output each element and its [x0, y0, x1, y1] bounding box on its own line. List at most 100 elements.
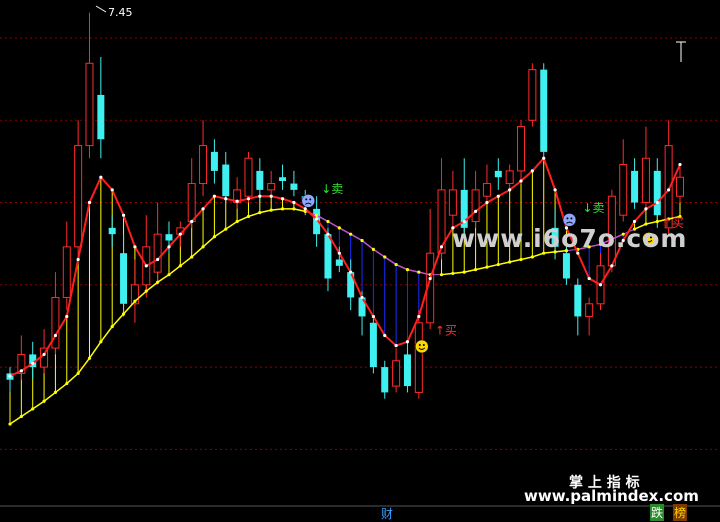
candle-body-23 — [267, 183, 276, 191]
red-dot-21 — [246, 197, 251, 201]
yellow-dot-22 — [258, 211, 262, 215]
red-dot-5 — [65, 314, 69, 319]
red-dot-25 — [292, 200, 296, 205]
red-dot-22 — [258, 194, 262, 198]
yellow-dot-23 — [269, 208, 273, 212]
red-dot-7 — [87, 200, 92, 205]
candle-body-33 — [381, 367, 389, 393]
candle-body-25 — [290, 183, 298, 190]
yellow-dot-30 — [349, 232, 353, 236]
signal-label-1: ↑买 — [435, 323, 457, 337]
yellow-dot-57 — [655, 219, 659, 224]
yellow-dot-16 — [190, 255, 194, 259]
yellow-dot-11 — [133, 299, 137, 303]
yellow-dot-14 — [167, 273, 171, 277]
red-dot-3 — [42, 352, 46, 357]
red-dot-4 — [53, 333, 58, 338]
red-dot-57 — [655, 200, 659, 205]
yellow-line-seg-38 — [441, 249, 567, 276]
red-dot-37 — [428, 276, 432, 281]
yellow-dot-21 — [246, 214, 251, 219]
candle-body-28 — [324, 234, 332, 279]
candle-body-6 — [74, 145, 83, 248]
bottom-label-bang[interactable]: 榜 — [673, 504, 688, 521]
candle-body-50 — [574, 284, 582, 317]
candle-body-39 — [448, 189, 457, 216]
bottom-label-cai[interactable]: 财 — [381, 505, 393, 522]
max-price-label: 7.45 — [108, 6, 133, 19]
yellow-dot-31 — [360, 238, 364, 243]
candle-body-10 — [120, 253, 128, 304]
yellow-dot-0 — [8, 422, 12, 426]
red-dot-13 — [156, 257, 160, 262]
red-dot-59 — [678, 162, 682, 167]
red-dot-11 — [133, 245, 137, 249]
candle-body-55 — [631, 170, 639, 203]
red-dot-36 — [417, 314, 421, 319]
candle-body-7 — [85, 62, 94, 147]
candle-body-22 — [256, 170, 264, 190]
red-dot-40 — [462, 219, 466, 224]
red-dot-0 — [8, 374, 12, 378]
red-dot-8 — [99, 175, 103, 179]
red-dot-30 — [349, 270, 353, 274]
yellow-dot-28 — [326, 219, 330, 224]
yellow-dot-10 — [121, 312, 126, 316]
signal-face-icon-0 — [301, 194, 316, 208]
yellow-dot-12 — [144, 289, 148, 293]
red-dot-12 — [144, 264, 148, 268]
yellow-dot-25 — [292, 207, 296, 211]
yellow-dot-42 — [485, 265, 489, 269]
red-dot-47 — [542, 156, 546, 160]
red-dot-16 — [190, 219, 194, 224]
candle-body-47 — [540, 69, 548, 152]
candle-body-43 — [494, 170, 502, 178]
red-dot-23 — [269, 194, 273, 198]
yellow-dot-9 — [110, 324, 114, 329]
candle-body-9 — [108, 227, 116, 235]
yellow-dot-29 — [337, 226, 341, 230]
yellow-dot-7 — [87, 356, 92, 360]
candle-body-17 — [199, 145, 208, 185]
red-dot-56 — [644, 207, 648, 211]
red-dot-2 — [31, 361, 35, 365]
yellow-dot-41 — [473, 268, 478, 272]
candle-body-46 — [528, 69, 537, 121]
yellow-dot-18 — [212, 235, 217, 239]
red-dot-45 — [519, 179, 523, 183]
red-dot-20 — [235, 199, 239, 203]
candle-body-57 — [653, 170, 661, 216]
yellow-dot-35 — [405, 268, 410, 272]
signal-eye-r-2 — [570, 217, 573, 220]
red-dot-28 — [326, 232, 330, 236]
yellow-dot-4 — [53, 390, 58, 395]
red-dot-29 — [337, 251, 341, 255]
red-dot-10 — [121, 213, 126, 217]
candle-body-45 — [517, 126, 526, 172]
signal-label-0: ↓卖 — [321, 182, 343, 196]
max-price-marker: 7.45 — [95, 5, 133, 19]
red-dot-35 — [405, 340, 410, 344]
red-dot-26 — [303, 207, 307, 211]
candlestick-chart: ↓卖↑买↓卖↑买 7.45 — [0, 5, 720, 507]
red-dot-53 — [610, 264, 614, 268]
candle-body-14 — [165, 234, 173, 241]
red-dot-15 — [178, 232, 182, 236]
candle-body-21 — [244, 157, 253, 197]
watermark-site: www.palmindex.com — [524, 487, 699, 505]
red-dot-34 — [394, 343, 398, 348]
yellow-dot-39 — [451, 271, 455, 276]
yellow-dot-19 — [224, 227, 228, 231]
candle-body-56 — [641, 157, 650, 204]
red-dot-38 — [439, 245, 444, 249]
candle-body-35 — [403, 354, 411, 387]
yellow-dot-24 — [280, 207, 285, 211]
cursor-marker-icon — [676, 41, 686, 62]
red-dot-31 — [360, 295, 364, 300]
yellow-dot-2 — [31, 407, 35, 411]
red-dot-18 — [212, 194, 217, 198]
red-dot-58 — [667, 188, 671, 192]
bottom-label-die[interactable]: 跌 — [650, 504, 665, 521]
red-dot-33 — [383, 333, 387, 338]
signal-face-icon-1 — [415, 339, 429, 354]
